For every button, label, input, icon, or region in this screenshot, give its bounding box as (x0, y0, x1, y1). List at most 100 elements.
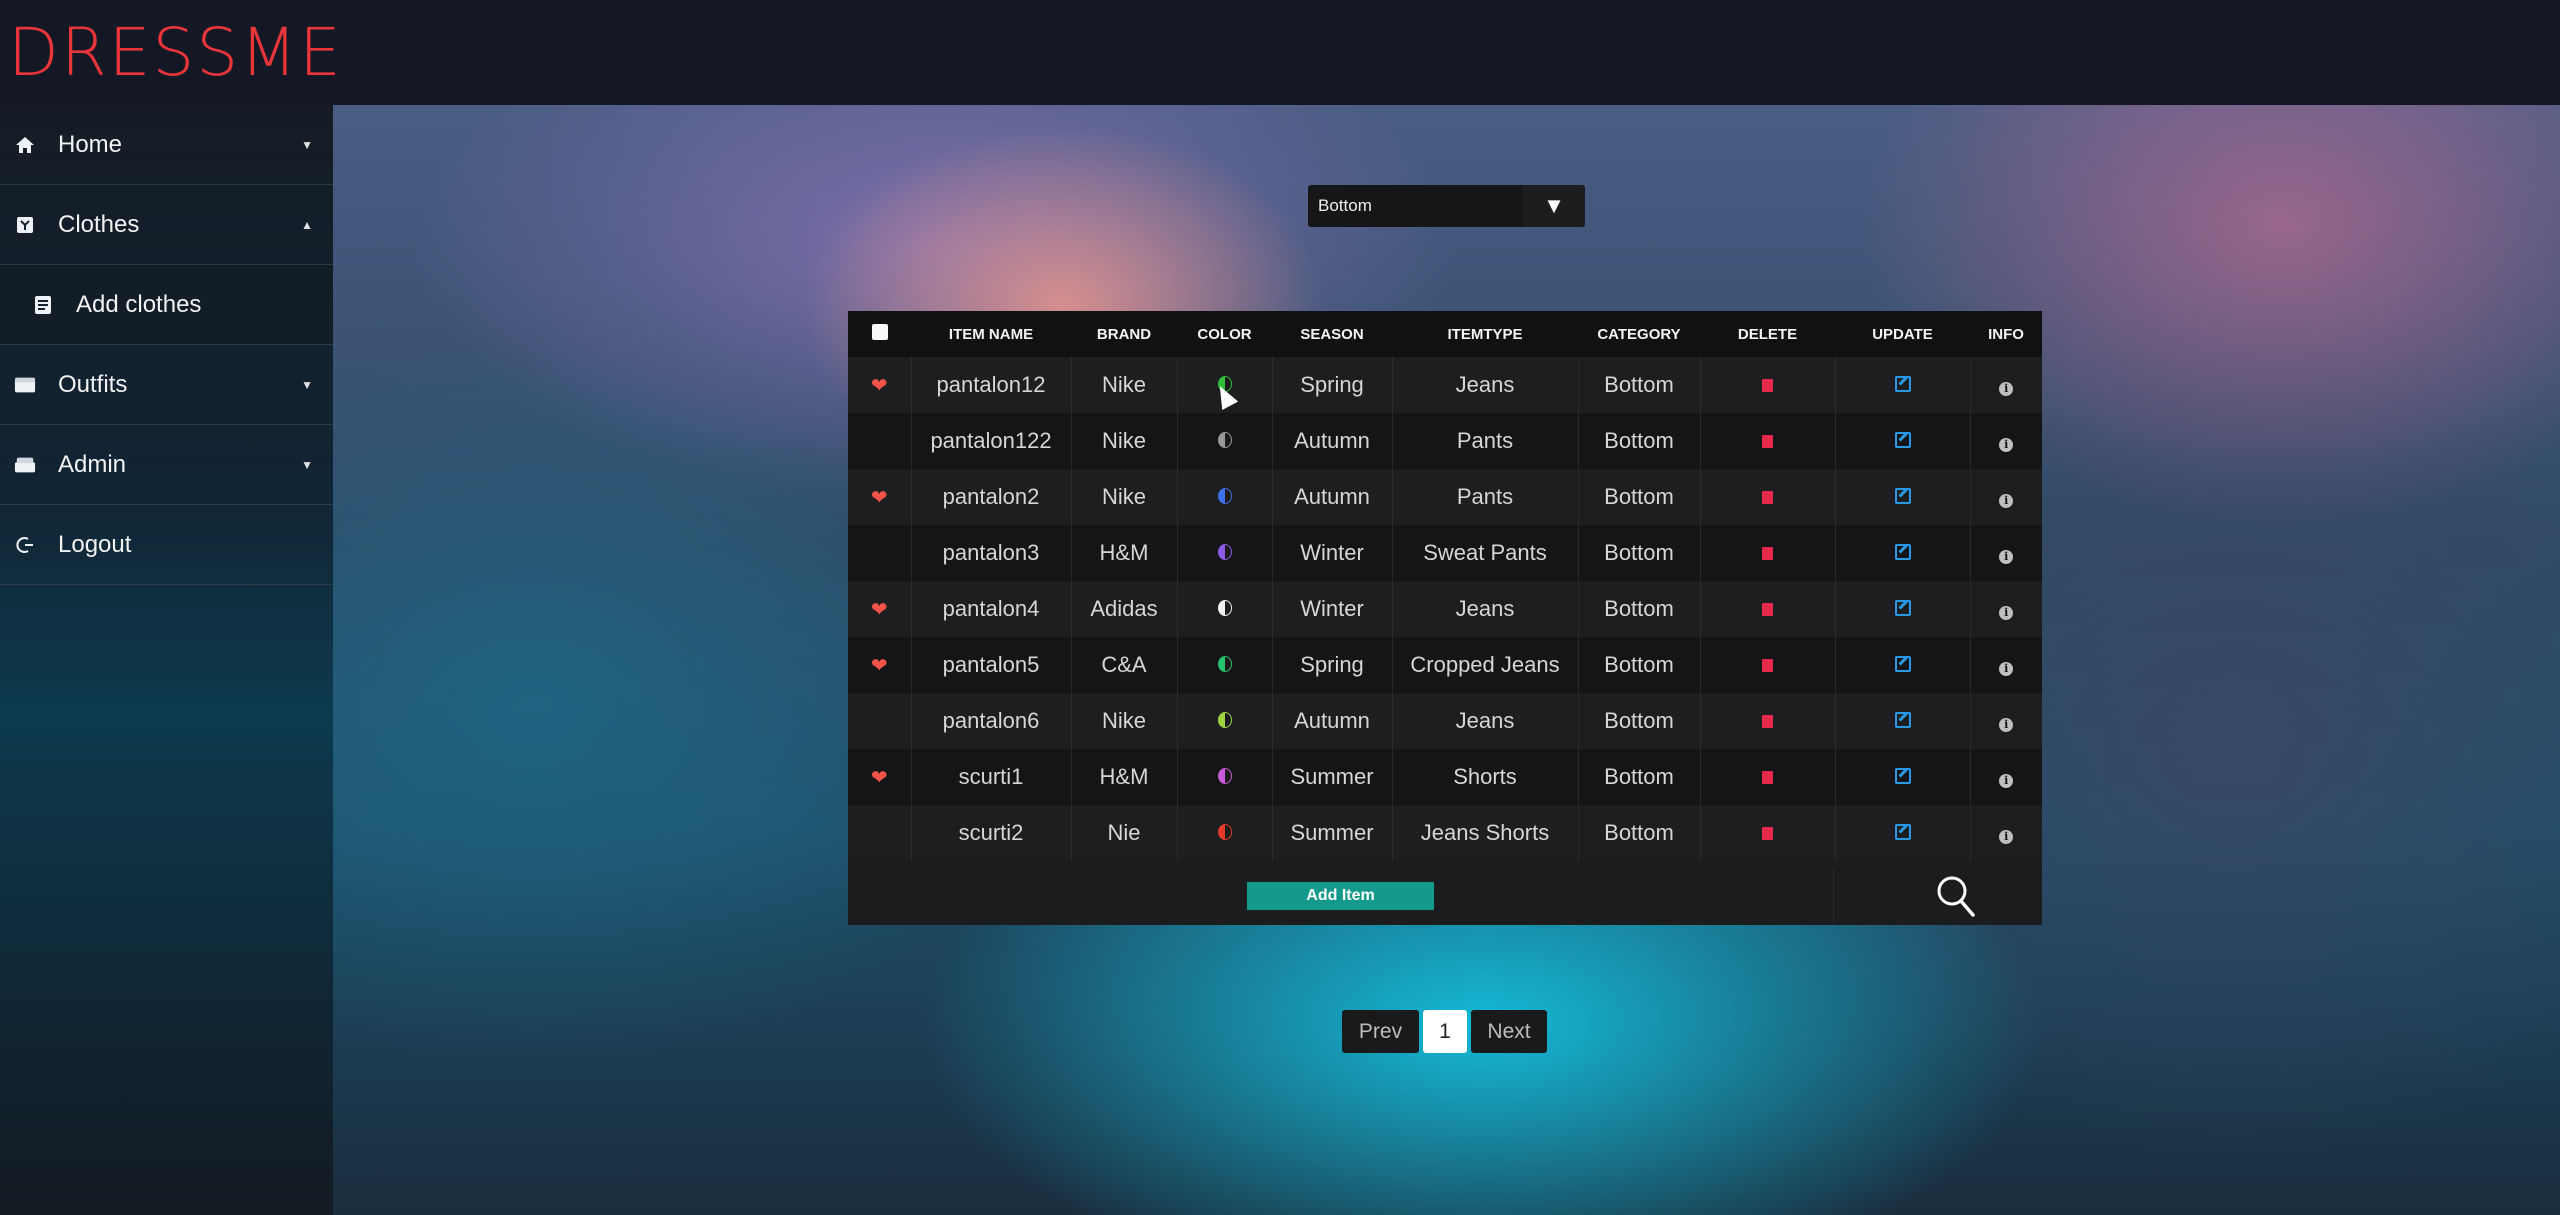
category-cell: Bottom (1577, 637, 1700, 693)
edit-icon[interactable] (1894, 712, 1911, 728)
trash-icon[interactable] (1762, 547, 1773, 560)
color-cell (1176, 413, 1272, 469)
brand-cell: Nike (1070, 357, 1177, 413)
delete-cell (1699, 581, 1835, 637)
color-cell (1176, 805, 1272, 861)
logo[interactable]: DRESSME (8, 14, 343, 92)
sidebar-item-logout[interactable]: Logout (0, 505, 333, 585)
heart-icon[interactable]: ❤ (871, 375, 888, 397)
item-name-cell: pantalon5 (910, 637, 1071, 693)
info-icon[interactable]: i (1999, 606, 2014, 620)
info-icon[interactable]: i (1999, 774, 2014, 788)
update-cell (1834, 581, 1970, 637)
edit-icon[interactable] (1894, 488, 1911, 504)
chevron-up-icon: ▲ (301, 217, 313, 232)
season-cell: Summer (1271, 749, 1392, 805)
info-icon[interactable]: i (1999, 718, 2014, 732)
color-swatch-icon (1217, 600, 1232, 616)
info-icon[interactable]: i (1999, 550, 2014, 564)
edit-icon[interactable] (1894, 376, 1911, 392)
sidebar-item-outfits[interactable]: Outfits ▼ (0, 345, 333, 425)
update-cell (1834, 693, 1970, 749)
delete-cell (1699, 749, 1835, 805)
trash-icon[interactable] (1762, 603, 1773, 616)
table-row: ❤ pantalon12 Nike Spring Jeans Bottom i (848, 357, 2042, 413)
table-row: ❤ scurti1 H&M Summer Shorts Bottom i (848, 749, 2042, 805)
chevron-down-icon[interactable]: ▼ (1523, 185, 1585, 227)
favorite-cell[interactable]: ❤ (848, 749, 911, 805)
current-page-button[interactable]: 1 (1423, 1010, 1467, 1053)
season-cell: Spring (1271, 357, 1392, 413)
column-header: CATEGORY (1578, 311, 1700, 357)
info-icon[interactable]: i (1999, 438, 2014, 452)
sidebar-item-label: Admin (58, 450, 127, 478)
edit-icon[interactable] (1894, 656, 1911, 672)
next-page-button[interactable]: Next (1471, 1010, 1547, 1053)
chevron-down-icon: ▼ (301, 137, 313, 152)
item-name-cell: pantalon122 (910, 413, 1071, 469)
prev-page-button[interactable]: Prev (1342, 1010, 1419, 1053)
edit-icon[interactable] (1894, 432, 1911, 448)
info-cell: i (1969, 637, 2042, 693)
category-cell: Bottom (1577, 413, 1700, 469)
edit-icon[interactable] (1894, 600, 1911, 616)
home-icon (14, 134, 36, 156)
category-cell: Bottom (1577, 693, 1700, 749)
search-icon[interactable] (1936, 875, 1976, 919)
table-row: ❤ pantalon2 Nike Autumn Pants Bottom i (848, 469, 2042, 525)
column-header: ITEM NAME (911, 311, 1071, 357)
color-swatch-icon (1217, 824, 1232, 840)
brand-cell: H&M (1070, 525, 1177, 581)
sidebar-item-admin[interactable]: Admin ▼ (0, 425, 333, 505)
favorite-cell[interactable]: ❤ (848, 637, 911, 693)
favorite-cell[interactable]: ❤ (848, 469, 911, 525)
favorite-cell[interactable] (848, 693, 911, 749)
edit-icon[interactable] (1894, 768, 1911, 784)
wardrobe-icon (14, 374, 36, 396)
add-item-button[interactable]: Add Item (1247, 882, 1434, 910)
column-header: UPDATE (1835, 311, 1970, 357)
trash-icon[interactable] (1762, 659, 1773, 672)
favorite-cell[interactable] (848, 413, 911, 469)
trash-icon[interactable] (1762, 715, 1773, 728)
chevron-down-icon: ▼ (301, 377, 313, 392)
info-cell: i (1969, 469, 2042, 525)
delete-cell (1699, 637, 1835, 693)
info-icon[interactable]: i (1999, 830, 2014, 844)
delete-cell (1699, 413, 1835, 469)
itemtype-cell: Jeans Shorts (1391, 805, 1578, 861)
favorite-cell[interactable] (848, 805, 911, 861)
select-all-checkbox[interactable] (848, 311, 911, 357)
favorite-cell[interactable]: ❤ (848, 357, 911, 413)
color-swatch-icon (1217, 488, 1232, 504)
color-cell (1176, 693, 1272, 749)
brand-cell: Nike (1070, 693, 1177, 749)
trash-icon[interactable] (1762, 435, 1773, 448)
info-cell: i (1969, 581, 2042, 637)
update-cell (1834, 469, 1970, 525)
sidebar-item-home[interactable]: Home ▼ (0, 105, 333, 185)
category-cell: Bottom (1577, 805, 1700, 861)
heart-icon[interactable]: ❤ (871, 487, 888, 509)
pagination: Prev 1 Next (1342, 1010, 1547, 1053)
heart-icon[interactable]: ❤ (871, 599, 888, 621)
color-cell (1176, 469, 1272, 525)
favorite-cell[interactable]: ❤ (848, 581, 911, 637)
edit-icon[interactable] (1894, 544, 1911, 560)
sidebar-item-add-clothes[interactable]: Add clothes (0, 265, 333, 345)
info-icon[interactable]: i (1999, 662, 2014, 676)
category-select[interactable]: Bottom ▼ (1308, 185, 1585, 227)
favorite-cell[interactable] (848, 525, 911, 581)
trash-icon[interactable] (1762, 827, 1773, 840)
trash-icon[interactable] (1762, 491, 1773, 504)
delete-cell (1699, 469, 1835, 525)
trash-icon[interactable] (1762, 379, 1773, 392)
column-header: DELETE (1700, 311, 1835, 357)
trash-icon[interactable] (1762, 771, 1773, 784)
info-icon[interactable]: i (1999, 494, 2014, 508)
edit-icon[interactable] (1894, 824, 1911, 840)
heart-icon[interactable]: ❤ (871, 767, 888, 789)
info-icon[interactable]: i (1999, 382, 2014, 396)
sidebar-item-clothes[interactable]: Clothes ▲ (0, 185, 333, 265)
heart-icon[interactable]: ❤ (871, 655, 888, 677)
